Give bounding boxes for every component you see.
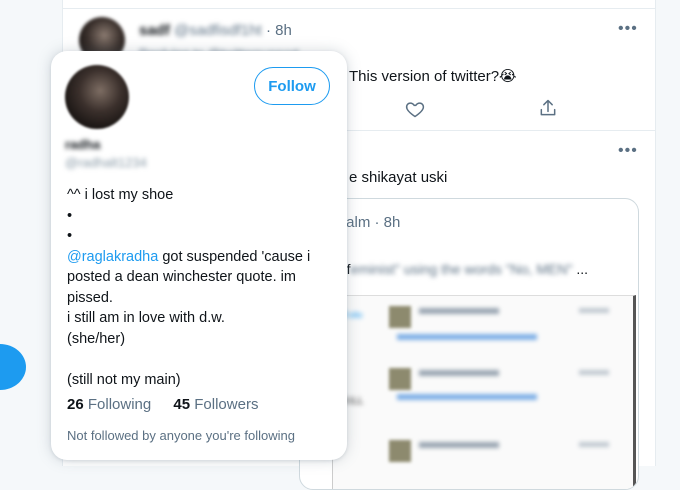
profile-handle[interactable]: @radhalt1234 bbox=[65, 155, 147, 170]
embed-name bbox=[419, 442, 499, 448]
bio-line: posted a dean winchester quote. im bbox=[67, 269, 296, 285]
tweet-header: sadf @sadfisdf1ht · 8h bbox=[139, 22, 292, 39]
tweet-text: e shikayat uski bbox=[349, 169, 448, 186]
bio-mention-link[interactable]: @raglakradha bbox=[67, 249, 158, 265]
quoted-media[interactable]: Follo KILL bbox=[332, 295, 636, 489]
tweet-author-name[interactable]: sadf bbox=[139, 22, 170, 39]
profile-hovercard: Follow radha @radhalt1234 ^^ i lost my s… bbox=[51, 51, 347, 460]
embed-time bbox=[579, 308, 609, 313]
embed-avatar bbox=[389, 440, 411, 462]
followers-label: Followers bbox=[194, 396, 259, 413]
embed-time bbox=[579, 370, 609, 375]
follow-button[interactable]: Follow bbox=[254, 67, 330, 105]
embed-name bbox=[419, 370, 499, 376]
embed-avatar bbox=[389, 368, 411, 390]
avatar[interactable] bbox=[65, 65, 129, 129]
quoted-text-blurred: eminist" using the words "No, MEN" bbox=[350, 261, 573, 277]
separator-dot: · bbox=[265, 22, 271, 39]
bio-line: i still am in love with d.w. bbox=[67, 310, 225, 326]
embed-text bbox=[397, 334, 537, 340]
embed-name bbox=[419, 308, 499, 314]
tweet-time[interactable]: 8h bbox=[275, 22, 292, 39]
embed-reply-row bbox=[389, 306, 629, 346]
followers-count: 45 bbox=[173, 396, 191, 413]
following-label: Following bbox=[87, 396, 152, 413]
bio-line: • bbox=[67, 228, 73, 244]
heart-icon[interactable] bbox=[405, 99, 425, 119]
embed-reply-row bbox=[389, 368, 629, 408]
embed-reply-row bbox=[389, 440, 629, 480]
bio-line: ^^ i lost my shoe bbox=[67, 187, 174, 203]
quoted-text-suffix: ... bbox=[576, 261, 588, 277]
bio-line: (she/her) bbox=[67, 330, 126, 347]
embed-text bbox=[397, 394, 537, 400]
embed-time bbox=[579, 442, 609, 447]
more-icon[interactable]: ••• bbox=[618, 20, 638, 38]
share-icon[interactable] bbox=[538, 98, 558, 118]
tweet-text: This version of twitter?😭 bbox=[349, 68, 517, 85]
bio-line: @raglakradha got suspended 'cause i bbox=[67, 247, 337, 268]
quoted-tweet[interactable]: tionalm · 8h d "feminist" using the word… bbox=[299, 198, 639, 490]
profile-stats: 26 Following 45 Followers bbox=[67, 396, 276, 413]
bio-line: pissed. bbox=[67, 289, 113, 306]
tweet-author-handle[interactable]: @sadfisdf1ht bbox=[174, 22, 262, 39]
followers-link[interactable]: 45 Followers bbox=[173, 396, 258, 413]
bio-line: (still not my main) bbox=[67, 371, 181, 388]
bio-line bbox=[67, 349, 337, 370]
profile-bio: ^^ i lost my shoe • • @raglakradha got s… bbox=[67, 185, 337, 390]
compose-tweet-button[interactable] bbox=[0, 344, 26, 390]
not-followed-notice: Not followed by anyone you're following bbox=[67, 428, 295, 443]
embed-avatar bbox=[389, 306, 411, 328]
tweet-divider bbox=[63, 8, 655, 9]
bio-line: • bbox=[67, 207, 73, 224]
following-count: 26 bbox=[67, 396, 84, 413]
more-icon[interactable]: ••• bbox=[618, 142, 638, 160]
profile-name[interactable]: radha bbox=[65, 137, 100, 152]
following-link[interactable]: 26 Following bbox=[67, 396, 151, 413]
bio-mention-suffix: got suspended 'cause i bbox=[158, 248, 311, 265]
quoted-tweet-text: d "feminist" using the words "No, MEN" .… bbox=[330, 261, 588, 277]
